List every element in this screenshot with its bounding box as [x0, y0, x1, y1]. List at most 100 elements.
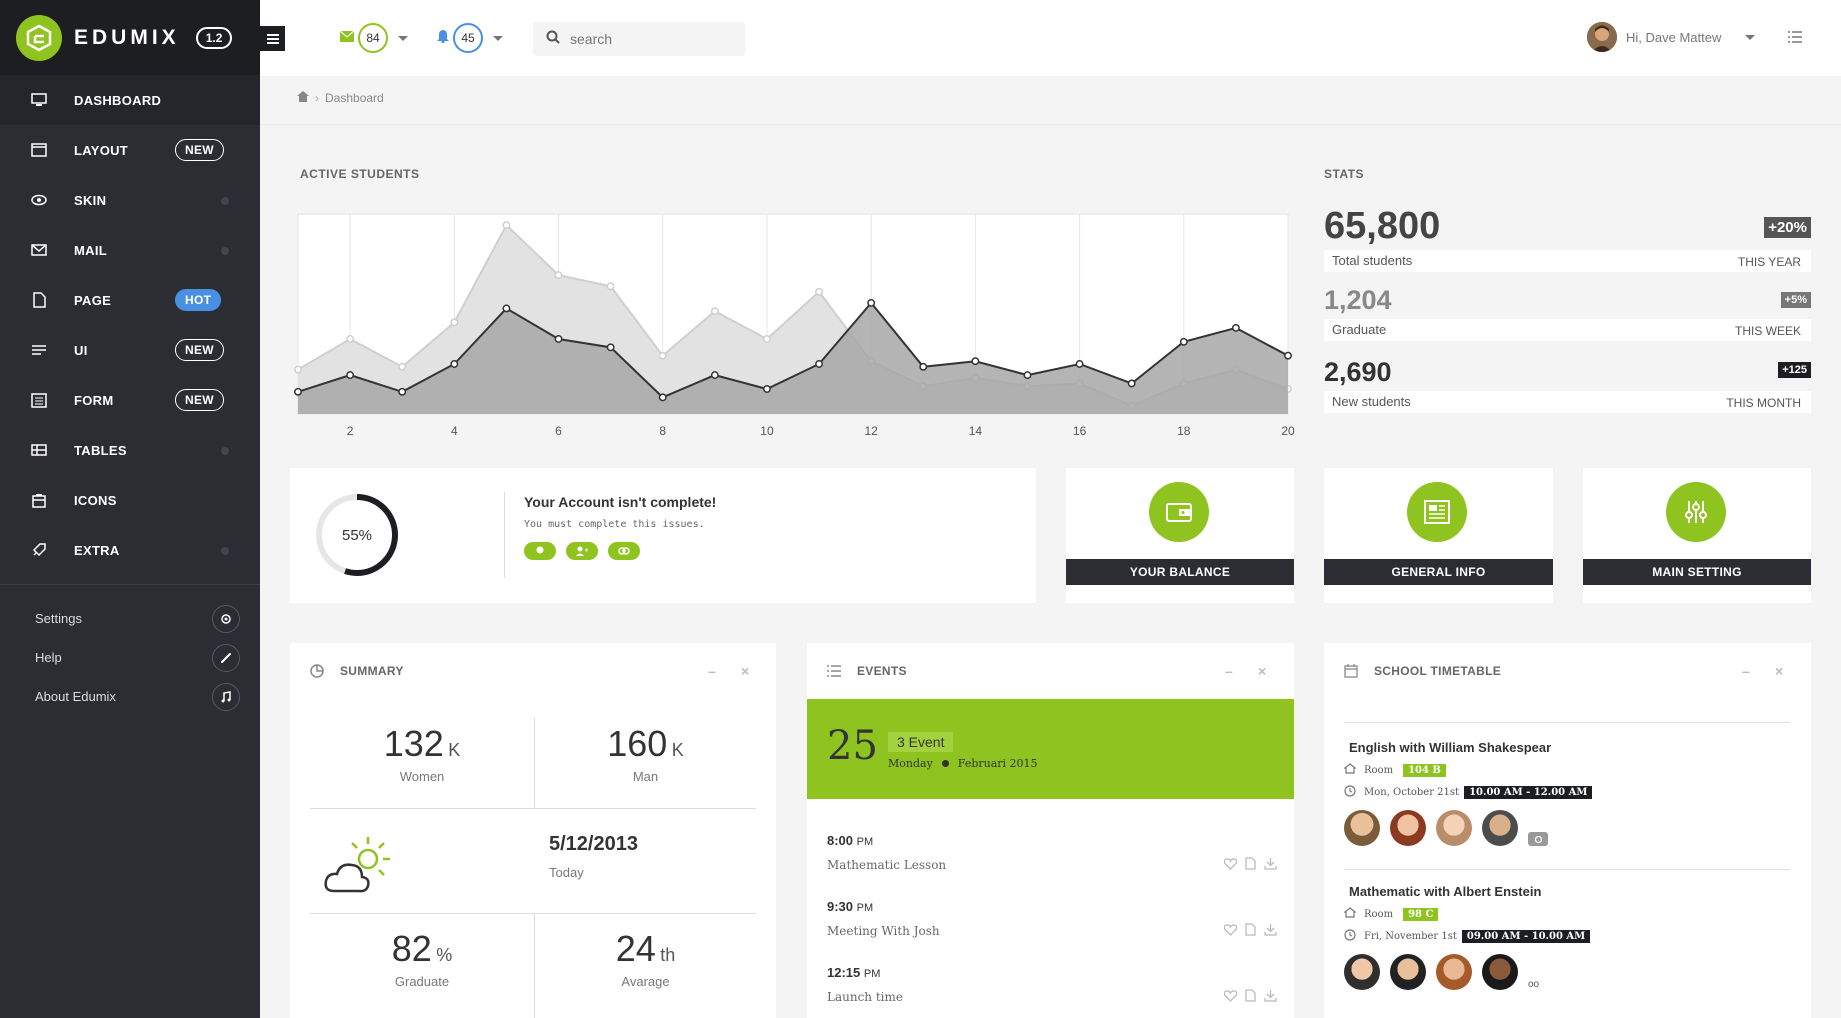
sidebar-item-page[interactable]: PAGE HOT — [0, 275, 260, 325]
sidebar-item-layout[interactable]: LAYOUT NEW — [0, 125, 260, 175]
user-menu[interactable]: Hi, Dave Mattew — [1587, 22, 1756, 52]
avatar[interactable] — [1344, 954, 1380, 990]
link-icon[interactable] — [608, 542, 640, 560]
minimize-icon[interactable]: – — [708, 663, 716, 679]
avatar[interactable] — [1390, 810, 1426, 846]
timetable-item[interactable]: Mathematic with Albert Enstein Room 98 C… — [1343, 884, 1790, 990]
avatar[interactable] — [1436, 810, 1472, 846]
account-panel: 55% Your Account isn't complete! You mus… — [290, 468, 1036, 603]
close-icon[interactable]: × — [1258, 663, 1266, 679]
download-icon[interactable] — [1264, 857, 1277, 875]
summary-date: 5/12/2013 — [549, 833, 638, 855]
location-icon[interactable] — [524, 542, 556, 560]
close-icon[interactable]: × — [741, 663, 749, 679]
avatar[interactable] — [1587, 22, 1617, 52]
sidebar-item-form[interactable]: FORM NEW — [0, 375, 260, 425]
chart-point-series-2 — [606, 343, 615, 352]
course-time-tag: 09.00 AM - 10.00 AM — [1461, 930, 1591, 943]
chart-point-series-2 — [1127, 379, 1136, 388]
main-setting-tile[interactable]: MAIN SETTING — [1583, 468, 1811, 603]
phone-icon[interactable] — [212, 644, 240, 672]
graduate-stat: 82 % Graduate — [310, 928, 534, 989]
avatar[interactable] — [1482, 810, 1518, 846]
new-badge: NEW — [175, 389, 224, 411]
heart-icon[interactable] — [1223, 989, 1238, 1007]
more-icon[interactable]: oo — [1528, 979, 1539, 990]
general-info-tile[interactable]: GENERAL INFO — [1324, 468, 1553, 603]
chart-point-series-2 — [1023, 371, 1032, 380]
list-icon — [827, 665, 841, 677]
bell-notification[interactable]: 45 — [437, 23, 503, 53]
man-label: Man — [632, 769, 659, 784]
chart-point-series-1 — [710, 307, 719, 316]
music-icon[interactable] — [212, 683, 240, 711]
refresh-icon[interactable] — [1528, 832, 1548, 846]
event-time: 9:30 — [827, 899, 854, 914]
timetable-item[interactable]: English with William Shakespear Room 104… — [1343, 740, 1790, 846]
sidebar-item-label: LAYOUT — [74, 142, 129, 158]
version-badge: 1.2 — [195, 26, 233, 49]
clock-icon — [1344, 785, 1356, 800]
user-greeting: Hi, Dave Mattew — [1626, 29, 1722, 45]
sidebar-item-label: PAGE — [74, 292, 112, 308]
heart-icon[interactable] — [1223, 857, 1238, 875]
table-icon — [30, 441, 48, 459]
menu-toggle-button[interactable] — [260, 26, 285, 51]
breadcrumb-current[interactable]: Dashboard — [325, 91, 384, 105]
sidebar-item-ui[interactable]: UI NEW — [0, 325, 260, 375]
event-item[interactable]: 12:15 PM Launch time — [827, 965, 1277, 1004]
home-icon[interactable] — [297, 91, 309, 105]
attendee-avatars — [1344, 810, 1790, 846]
sidebar-item-icons[interactable]: ICONS — [0, 475, 260, 525]
avatar[interactable] — [1344, 810, 1380, 846]
mail-notification[interactable]: 84 — [339, 23, 408, 53]
chart-point-series-1 — [606, 282, 615, 291]
help-link[interactable]: Help — [0, 638, 260, 677]
avatar[interactable] — [1482, 954, 1518, 990]
event-item[interactable]: 8:00 PM Mathematic Lesson — [827, 833, 1277, 872]
chart-point-series-2 — [867, 298, 876, 307]
document-icon[interactable] — [1245, 923, 1256, 941]
sidebar-item-dashboard[interactable]: DASHBOARD — [0, 75, 260, 125]
stat-change-badge: +5% — [1780, 292, 1811, 308]
event-day: 25 — [827, 723, 878, 769]
close-icon[interactable]: × — [1775, 663, 1783, 679]
sidebar-item-label: ICONS — [74, 492, 117, 508]
chevron-down-icon[interactable] — [1745, 34, 1756, 40]
avatar[interactable] — [1390, 954, 1426, 990]
stat-value: 1,204 — [1324, 285, 1392, 315]
chevron-down-icon[interactable] — [398, 35, 408, 41]
edumix-logo-icon[interactable] — [16, 14, 62, 61]
heart-icon[interactable] — [1223, 923, 1238, 941]
chart-x-tick-label: 2 — [347, 424, 354, 438]
add-user-icon[interactable] — [566, 542, 598, 560]
sidebar-item-extra[interactable]: EXTRA — [0, 525, 260, 575]
sidebar-item-skin[interactable]: SKIN — [0, 175, 260, 225]
list-menu-icon[interactable] — [1788, 30, 1802, 48]
about-link[interactable]: About Edumix — [0, 677, 260, 716]
avatar[interactable] — [1436, 954, 1472, 990]
progress-label: 55% — [341, 526, 373, 544]
minimize-icon[interactable]: – — [1742, 663, 1750, 679]
chevron-down-icon[interactable] — [493, 35, 503, 41]
chart-point-series-1 — [398, 362, 407, 371]
stat-new-students: 2,690 New students THIS MONTH +125 — [1324, 357, 1811, 417]
stat-period: THIS YEAR — [1737, 255, 1801, 269]
events-panel: EVENTS – × 25 3 Event Monday Februari 20… — [807, 643, 1294, 1018]
sidebar-item-mail[interactable]: MAIL — [0, 225, 260, 275]
chart-point-series-1 — [450, 318, 459, 327]
event-item[interactable]: 9:30 PM Meeting With Josh — [827, 899, 1277, 938]
minimize-icon[interactable]: – — [1225, 663, 1233, 679]
tile-label: YOUR BALANCE — [1066, 559, 1294, 585]
gear-icon[interactable] — [212, 605, 240, 633]
search-input[interactable] — [570, 31, 730, 47]
settings-link[interactable]: Settings — [0, 599, 260, 638]
download-icon[interactable] — [1264, 989, 1277, 1007]
sidebar: EDUMIX 1.2 DASHBOARD LAYOUT NEW SKIN MAI… — [0, 0, 260, 1018]
breadcrumb-divider — [260, 124, 1841, 125]
sidebar-item-tables[interactable]: TABLES — [0, 425, 260, 475]
document-icon[interactable] — [1245, 989, 1256, 1007]
document-icon[interactable] — [1245, 857, 1256, 875]
download-icon[interactable] — [1264, 923, 1277, 941]
your-balance-tile[interactable]: YOUR BALANCE — [1066, 468, 1294, 603]
